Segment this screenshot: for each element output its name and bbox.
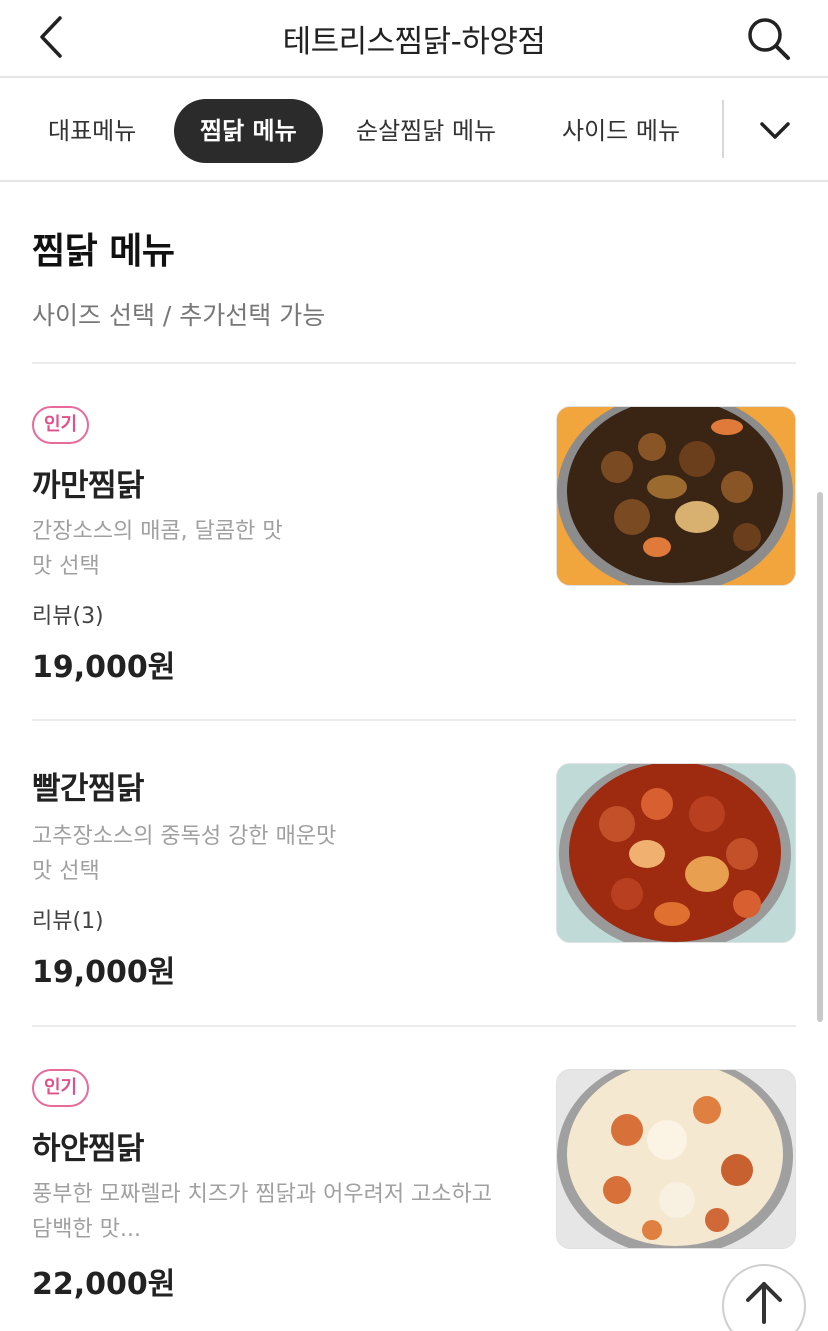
search-button[interactable]: [744, 14, 792, 62]
tab-divider: [722, 100, 724, 158]
item-image: [556, 763, 796, 943]
item-description: 풍부한 모짜렐라 치즈가 찜닭과 어우려저 고소하고 담백한 맛...: [32, 1182, 493, 1242]
popular-badge: 인기: [32, 1069, 90, 1107]
item-name: 까만찜닭: [32, 468, 145, 504]
item-review-count[interactable]: 리뷰(1): [32, 903, 104, 935]
item-price: 19,000원: [32, 955, 176, 990]
menu-item[interactable]: 인기 까만찜닭 간장소스의 매콤, 달콤한 맛 맛 선택 리뷰(3) 19,00…: [0, 364, 828, 720]
item-price: 22,000원: [32, 1267, 176, 1302]
item-name: 빨간찜닭: [32, 771, 145, 807]
scrollbar[interactable]: [817, 492, 823, 1022]
category-tabs: 대표메뉴 찜닭 메뉴 순살찜닭 메뉴 사이드 메뉴: [0, 80, 828, 182]
popular-badge: 인기: [32, 406, 90, 444]
tabs-more-button[interactable]: [752, 110, 798, 150]
item-description: 고추장소스의 중독성 강한 매운맛 맛 선택: [32, 824, 337, 884]
tab-boneless-jjimdak[interactable]: 순살찜닭 메뉴: [356, 99, 496, 163]
item-description: 간장소스의 매콤, 달콤한 맛 맛 선택: [32, 519, 283, 579]
section-subtitle: 사이즈 선택 / 추가선택 가능: [32, 301, 326, 330]
search-icon: [748, 18, 790, 60]
tab-side[interactable]: 사이드 메뉴: [562, 99, 680, 163]
item-image: [556, 1069, 796, 1249]
item-image: [556, 406, 796, 586]
menu-item[interactable]: 빨간찜닭 고추장소스의 중독성 강한 매운맛 맛 선택 리뷰(1) 19,000…: [0, 721, 828, 1025]
chevron-down-icon: [760, 122, 790, 139]
tab-jjimdak[interactable]: 찜닭 메뉴: [174, 99, 323, 163]
item-price: 19,000원: [32, 650, 176, 685]
section-title: 찜닭 메뉴: [32, 231, 175, 272]
page-title: 테트리스찜닭-하양점: [282, 24, 546, 60]
scroll-top-button[interactable]: [722, 1264, 806, 1331]
arrow-up-icon: [746, 1282, 782, 1324]
top-bar: 테트리스찜닭-하양점: [0, 0, 828, 78]
tab-signature[interactable]: 대표메뉴: [48, 99, 136, 163]
menu-item[interactable]: 인기 하얀찜닭 풍부한 모짜렐라 치즈가 찜닭과 어우려저 고소하고 담백한 맛…: [0, 1027, 828, 1331]
item-review-count[interactable]: 리뷰(3): [32, 598, 104, 630]
item-name: 하얀찜닭: [32, 1131, 145, 1167]
